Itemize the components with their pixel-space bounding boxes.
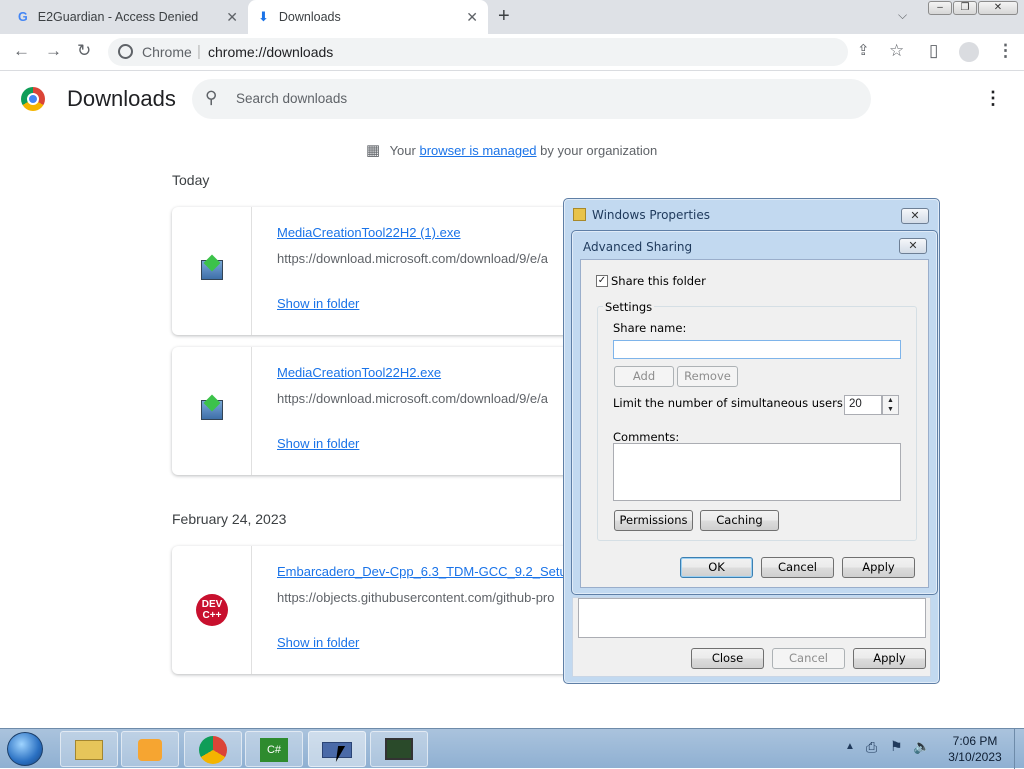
add-button[interactable]: Add bbox=[614, 366, 674, 387]
clock-date: 3/10/2023 bbox=[948, 750, 1002, 764]
ok-button[interactable]: OK bbox=[680, 557, 753, 578]
tab-e2guardian[interactable]: G E2Guardian - Access Denied ✕ bbox=[8, 0, 248, 34]
managed-link[interactable]: browser is managed bbox=[419, 143, 536, 158]
download-url: https://download.microsoft.com/download/… bbox=[277, 391, 548, 406]
restore-button[interactable]: ❐ bbox=[953, 1, 977, 15]
close-tab-icon[interactable]: ✕ bbox=[466, 9, 478, 26]
close-tab-icon[interactable]: ✕ bbox=[226, 9, 238, 26]
network-icon[interactable]: ⎙ bbox=[866, 739, 877, 756]
apply-button[interactable]: Apply bbox=[842, 557, 915, 578]
tab-downloads[interactable]: ⬇ Downloads ✕ bbox=[248, 0, 488, 34]
start-button[interactable] bbox=[7, 732, 43, 766]
download-icon: ⬇ bbox=[258, 9, 269, 24]
download-filename[interactable]: MediaCreationTool22H2.exe bbox=[277, 365, 441, 380]
apply-button[interactable]: Apply bbox=[853, 648, 926, 669]
clock[interactable]: 7:06 PM 3/10/2023 bbox=[942, 733, 1008, 765]
download-item: MediaCreationTool22H2 (1).exe https://do… bbox=[172, 207, 572, 335]
volume-icon[interactable]: 🔈 bbox=[913, 738, 930, 755]
show-in-folder-link[interactable]: Show in folder bbox=[277, 436, 359, 451]
chrome-taskbar-icon[interactable] bbox=[184, 731, 242, 767]
explorer-taskbar-icon[interactable] bbox=[60, 731, 118, 767]
media-player-taskbar-icon[interactable] bbox=[121, 731, 179, 767]
menu-kebab-icon[interactable]: ⋮ bbox=[997, 41, 1014, 61]
download-item: MediaCreationTool22H2.exe https://downlo… bbox=[172, 347, 572, 475]
cancel-button[interactable]: Cancel bbox=[761, 557, 834, 578]
tab-search-chevron-icon[interactable]: ⌵ bbox=[898, 8, 907, 23]
omnibox[interactable]: Chrome | chrome://downloads bbox=[108, 38, 848, 66]
caching-button[interactable]: Caching bbox=[700, 510, 779, 531]
share-icon[interactable]: ⇪ bbox=[857, 41, 870, 59]
settings-label: Settings bbox=[603, 300, 655, 314]
search-downloads[interactable]: ⚲ Search downloads bbox=[192, 79, 871, 119]
share-name-label: Share name: bbox=[613, 321, 687, 335]
more-actions-icon[interactable]: ⋮ bbox=[984, 88, 1002, 109]
show-hidden-icons[interactable]: ▲ bbox=[845, 741, 855, 752]
window-close-button[interactable]: ✕ bbox=[978, 1, 1018, 15]
monitor-taskbar-icon[interactable] bbox=[370, 731, 428, 767]
back-icon[interactable]: ← bbox=[13, 41, 30, 61]
omnibox-separator: | bbox=[197, 43, 201, 60]
limit-users-label: Limit the number of simultaneous users t… bbox=[613, 396, 862, 410]
advanced-sharing-dialog: Advanced Sharing ✕ ✓ Share this folder S… bbox=[571, 230, 938, 595]
profile-avatar[interactable] bbox=[959, 42, 979, 62]
comments-area bbox=[578, 598, 926, 638]
dialog-title: Windows Properties bbox=[592, 208, 711, 222]
omnibox-url[interactable]: chrome://downloads bbox=[208, 44, 333, 60]
bookmark-star-icon[interactable]: ☆ bbox=[889, 41, 904, 61]
csharp-editor-taskbar-icon[interactable]: C# bbox=[245, 731, 303, 767]
search-icon: ⚲ bbox=[205, 88, 218, 107]
comments-field[interactable] bbox=[613, 443, 901, 501]
google-icon: G bbox=[18, 10, 28, 24]
building-icon: ▦ bbox=[366, 142, 381, 159]
close-icon[interactable]: ✕ bbox=[899, 238, 927, 254]
close-button[interactable]: Close bbox=[691, 648, 764, 669]
folder-icon bbox=[573, 208, 586, 221]
show-desktop-button[interactable] bbox=[1014, 729, 1024, 769]
show-in-folder-link[interactable]: Show in folder bbox=[277, 296, 359, 311]
limit-users-stepper[interactable]: 20 bbox=[844, 395, 882, 415]
side-panel-icon[interactable]: ▯ bbox=[929, 41, 938, 61]
date-header: February 24, 2023 bbox=[172, 511, 287, 527]
tab-label: Downloads bbox=[278, 10, 341, 24]
tab-strip: G E2Guardian - Access Denied ✕ ⬇ Downloa… bbox=[0, 0, 1024, 34]
chrome-logo-icon bbox=[21, 87, 45, 111]
taskbar: C# ▲ ⎙ ⚑ 🔈 7:06 PM 3/10/2023 bbox=[0, 728, 1024, 769]
minimize-button[interactable]: – bbox=[928, 1, 952, 15]
download-item: DEV C++ Embarcadero_Dev-Cpp_6.3_TDM-GCC_9… bbox=[172, 546, 572, 674]
new-tab-button[interactable]: + bbox=[498, 5, 510, 28]
dialog-title: Advanced Sharing bbox=[583, 240, 693, 254]
reload-icon[interactable]: ↻ bbox=[77, 41, 91, 61]
share-checkbox[interactable]: ✓ bbox=[596, 275, 608, 287]
page-title: Downloads bbox=[67, 86, 176, 111]
comments-label: Comments: bbox=[613, 430, 680, 444]
close-icon[interactable]: ✕ bbox=[901, 208, 929, 224]
tab-label: E2Guardian - Access Denied bbox=[37, 10, 199, 24]
devcpp-icon: DEV C++ bbox=[196, 594, 228, 626]
search-input[interactable]: Search downloads bbox=[236, 91, 347, 106]
toolbar: ← → ↻ Chrome | chrome://downloads ⇪ ☆ ▯ … bbox=[0, 34, 1024, 71]
download-url: https://objects.githubusercontent.com/gi… bbox=[277, 590, 555, 605]
stepper-arrows-icon[interactable]: ▲ ▼ bbox=[882, 395, 899, 415]
cancel-button[interactable]: Cancel bbox=[772, 648, 845, 669]
download-url: https://download.microsoft.com/download/… bbox=[277, 251, 548, 266]
chrome-icon bbox=[118, 44, 133, 59]
remove-button[interactable]: Remove bbox=[677, 366, 738, 387]
action-center-flag-icon[interactable]: ⚑ bbox=[890, 738, 903, 755]
permissions-button[interactable]: Permissions bbox=[614, 510, 693, 531]
download-filename[interactable]: MediaCreationTool22H2 (1).exe bbox=[277, 225, 461, 240]
share-name-input[interactable] bbox=[613, 340, 901, 359]
show-in-folder-link[interactable]: Show in folder bbox=[277, 635, 359, 650]
download-filename[interactable]: Embarcadero_Dev-Cpp_6.3_TDM-GCC_9.2_Setu… bbox=[277, 564, 567, 579]
installer-icon bbox=[201, 400, 223, 420]
installer-icon bbox=[201, 260, 223, 280]
omnibox-site: Chrome bbox=[142, 44, 192, 60]
date-header: Today bbox=[172, 172, 210, 188]
share-checkbox-label: Share this folder bbox=[611, 274, 706, 288]
clock-time: 7:06 PM bbox=[952, 734, 998, 748]
managed-notice: ▦ Your browser is managed by your organi… bbox=[366, 142, 658, 159]
forward-icon[interactable]: → bbox=[45, 41, 62, 61]
